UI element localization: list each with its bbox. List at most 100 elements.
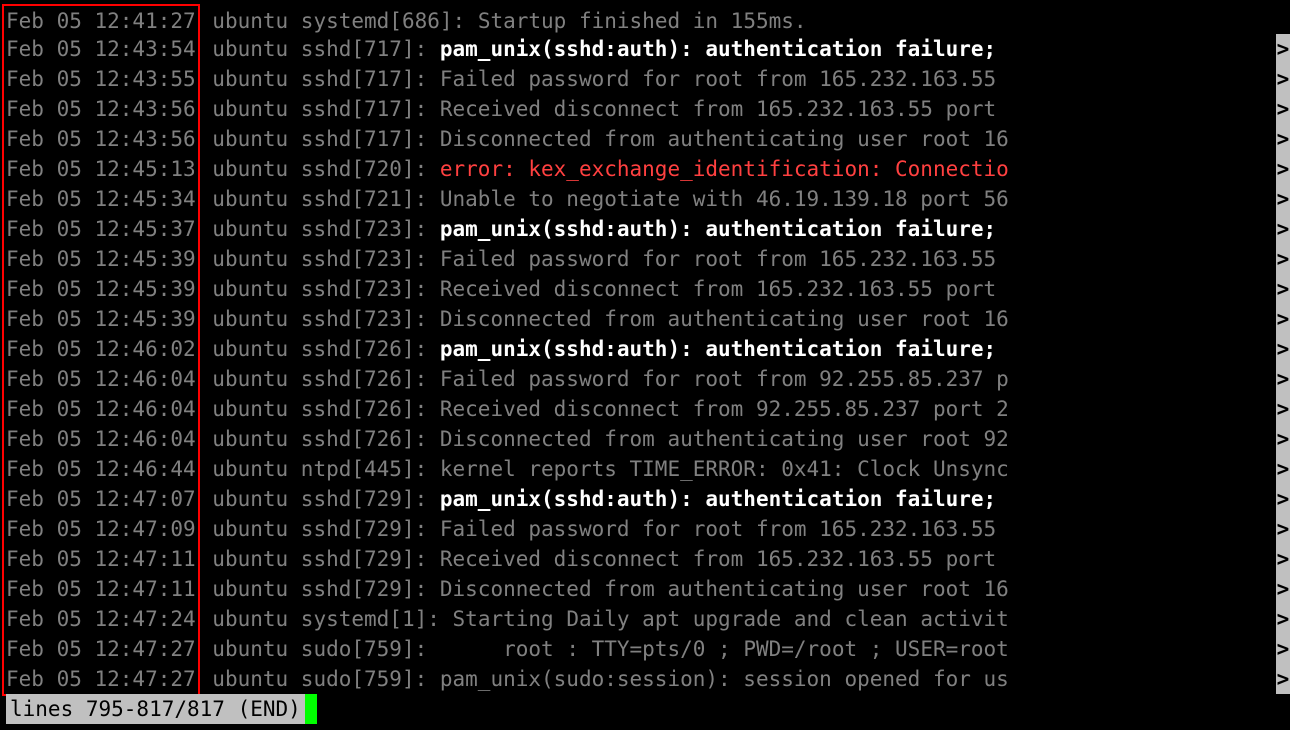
- log-text: Unable to negotiate with 46.19.139.18 po…: [440, 187, 1009, 211]
- log-timestamp: Feb 05 12:46:04: [2, 424, 200, 454]
- log-text: Received disconnect from 92.255.85.237 p…: [440, 397, 1009, 421]
- log-line: Feb 05 12:43:55 ubuntu sshd[717]: Failed…: [6, 64, 1284, 94]
- log-message: ubuntu sshd[717]: pam_unix(sshd:auth): a…: [200, 34, 1276, 64]
- log-text: pam_unix(sshd:auth): authentication fail…: [440, 487, 996, 511]
- log-line: Feb 05 12:46:04 ubuntu sshd[726]: Receiv…: [6, 394, 1284, 424]
- log-line: Feb 05 12:47:27 ubuntu sudo[759]: pam_un…: [6, 664, 1284, 694]
- log-message: ubuntu sshd[726]: Disconnected from auth…: [200, 424, 1276, 454]
- log-message: ubuntu sshd[721]: Unable to negotiate wi…: [200, 184, 1276, 214]
- log-text: pam_unix(sshd:auth): authentication fail…: [440, 217, 996, 241]
- log-text: pam_unix(sshd:auth): authentication fail…: [440, 37, 996, 61]
- log-text: Received disconnect from 165.232.163.55 …: [440, 277, 1009, 301]
- log-timestamp: Feb 05 12:47:24: [2, 604, 200, 634]
- log-message: ubuntu sshd[723]: Failed password for ro…: [200, 244, 1276, 274]
- log-line: Feb 05 12:45:13 ubuntu sshd[720]: error:…: [6, 154, 1284, 184]
- log-message: ubuntu sshd[723]: Received disconnect fr…: [200, 274, 1276, 304]
- log-source: ubuntu sshd[723]:: [200, 277, 440, 301]
- log-timestamp: Feb 05 12:45:13: [2, 154, 200, 184]
- truncation-indicator-icon: >: [1276, 154, 1290, 184]
- log-line: Feb 05 12:45:39 ubuntu sshd[723]: Failed…: [6, 244, 1284, 274]
- log-timestamp: Feb 05 12:45:39: [2, 304, 200, 334]
- truncation-indicator-icon: >: [1276, 454, 1290, 484]
- truncation-indicator-icon: >: [1276, 34, 1290, 64]
- truncation-indicator-icon: >: [1276, 364, 1290, 394]
- log-timestamp: Feb 05 12:46:44: [2, 454, 200, 484]
- log-line: Feb 05 12:47:09 ubuntu sshd[729]: Failed…: [6, 514, 1284, 544]
- log-line: Feb 05 12:43:56 ubuntu sshd[717]: Receiv…: [6, 94, 1284, 124]
- terminal-output[interactable]: Feb 05 12:41:27 ubuntu systemd[686]: Sta…: [0, 0, 1290, 724]
- truncation-indicator-icon: >: [1276, 64, 1290, 94]
- log-source: ubuntu systemd[1]:: [200, 607, 453, 631]
- truncation-indicator-icon: >: [1276, 124, 1290, 154]
- log-text: Disconnected from authenticating user ro…: [440, 427, 1009, 451]
- log-line: Feb 05 12:46:04 ubuntu sshd[726]: Failed…: [6, 364, 1284, 394]
- truncation-indicator-icon: >: [1276, 484, 1290, 514]
- log-source: ubuntu sshd[717]:: [200, 97, 440, 121]
- log-timestamp: Feb 05 12:47:27: [2, 634, 200, 664]
- log-message: ubuntu sudo[759]: pam_unix(sudo:session)…: [200, 664, 1276, 694]
- truncation-indicator-icon: >: [1276, 664, 1290, 694]
- log-message: ubuntu sshd[717]: Disconnected from auth…: [200, 124, 1276, 154]
- log-message: ubuntu sshd[729]: Disconnected from auth…: [200, 574, 1276, 604]
- log-timestamp: Feb 05 12:47:11: [2, 544, 200, 574]
- log-timestamp: Feb 05 12:47:07: [2, 484, 200, 514]
- log-message: ubuntu systemd[1]: Starting Daily apt up…: [200, 604, 1276, 634]
- truncation-indicator-icon: >: [1276, 244, 1290, 274]
- log-text: root : TTY=pts/0 ; PWD=/root ; USER=root: [478, 637, 1022, 661]
- log-line: Feb 05 12:46:04 ubuntu sshd[726]: Discon…: [6, 424, 1284, 454]
- log-message: ubuntu systemd[686]: Startup finished in…: [200, 6, 1284, 36]
- truncation-indicator-icon: >: [1276, 424, 1290, 454]
- log-timestamp: Feb 05 12:45:39: [2, 244, 200, 274]
- log-text: Failed password for root from 165.232.16…: [440, 517, 996, 541]
- log-line: Feb 05 12:47:07 ubuntu sshd[729]: pam_un…: [6, 484, 1284, 514]
- log-text: Startup finished in 155ms.: [478, 9, 807, 33]
- log-source: ubuntu sshd[720]:: [200, 157, 440, 181]
- log-timestamp: Feb 05 12:43:56: [2, 94, 200, 124]
- log-timestamp: Feb 05 12:47:11: [2, 574, 200, 604]
- truncation-indicator-icon: >: [1276, 544, 1290, 574]
- log-text: Disconnected from authenticating user ro…: [440, 127, 1009, 151]
- truncation-indicator-icon: >: [1276, 394, 1290, 424]
- log-message: ubuntu sshd[726]: pam_unix(sshd:auth): a…: [200, 334, 1276, 364]
- log-source: ubuntu sshd[726]:: [200, 337, 440, 361]
- truncation-indicator-icon: >: [1276, 574, 1290, 604]
- log-text: Disconnected from authenticating user ro…: [440, 577, 1009, 601]
- truncation-indicator-icon: >: [1276, 514, 1290, 544]
- log-line: Feb 05 12:45:34 ubuntu sshd[721]: Unable…: [6, 184, 1284, 214]
- log-line: Feb 05 12:46:02 ubuntu sshd[726]: pam_un…: [6, 334, 1284, 364]
- log-message: ubuntu sshd[723]: pam_unix(sshd:auth): a…: [200, 214, 1276, 244]
- log-timestamp: Feb 05 12:43:56: [2, 124, 200, 154]
- truncation-indicator-icon: >: [1276, 304, 1290, 334]
- log-source: ubuntu ntpd[445]:: [200, 457, 440, 481]
- log-message: ubuntu sshd[720]: error: kex_exchange_id…: [200, 154, 1276, 184]
- log-source: ubuntu sshd[717]:: [200, 127, 440, 151]
- log-source: ubuntu sshd[717]:: [200, 37, 440, 61]
- log-text: pam_unix(sudo:session): session opened f…: [440, 667, 1009, 691]
- log-timestamp: Feb 05 12:43:55: [2, 64, 200, 94]
- log-source: ubuntu systemd[686]:: [200, 9, 478, 33]
- log-text: kernel reports TIME_ERROR: 0x41: Clock U…: [440, 457, 1009, 481]
- log-line: Feb 05 12:47:27 ubuntu sudo[759]: root :…: [6, 634, 1284, 664]
- log-source: ubuntu sshd[717]:: [200, 67, 440, 91]
- log-text: Disconnected from authenticating user ro…: [440, 307, 1009, 331]
- log-source: ubuntu sshd[729]:: [200, 547, 440, 571]
- log-line: Feb 05 12:45:37 ubuntu sshd[723]: pam_un…: [6, 214, 1284, 244]
- log-source: ubuntu sshd[723]:: [200, 217, 440, 241]
- truncation-indicator-icon: >: [1276, 634, 1290, 664]
- log-text: Failed password for root from 92.255.85.…: [440, 367, 1009, 391]
- log-message: ubuntu sshd[723]: Disconnected from auth…: [200, 304, 1276, 334]
- log-line: Feb 05 12:41:27 ubuntu systemd[686]: Sta…: [6, 4, 1284, 34]
- truncation-indicator-icon: >: [1276, 334, 1290, 364]
- log-message: ubuntu sshd[729]: Failed password for ro…: [200, 514, 1276, 544]
- log-line: Feb 05 12:47:11 ubuntu sshd[729]: Receiv…: [6, 544, 1284, 574]
- log-source: ubuntu sshd[721]:: [200, 187, 440, 211]
- log-line: Feb 05 12:47:24 ubuntu systemd[1]: Start…: [6, 604, 1284, 634]
- log-source: ubuntu sudo[759]:: [200, 667, 440, 691]
- log-source: ubuntu sudo[759]:: [200, 637, 478, 661]
- log-line: Feb 05 12:45:39 ubuntu sshd[723]: Receiv…: [6, 274, 1284, 304]
- log-text: error: kex_exchange_identification: Conn…: [440, 157, 1009, 181]
- log-timestamp: Feb 05 12:45:39: [2, 274, 200, 304]
- log-text: Failed password for root from 165.232.16…: [440, 67, 996, 91]
- log-message: ubuntu sudo[759]: root : TTY=pts/0 ; PWD…: [200, 634, 1276, 664]
- log-line: Feb 05 12:45:39 ubuntu sshd[723]: Discon…: [6, 304, 1284, 334]
